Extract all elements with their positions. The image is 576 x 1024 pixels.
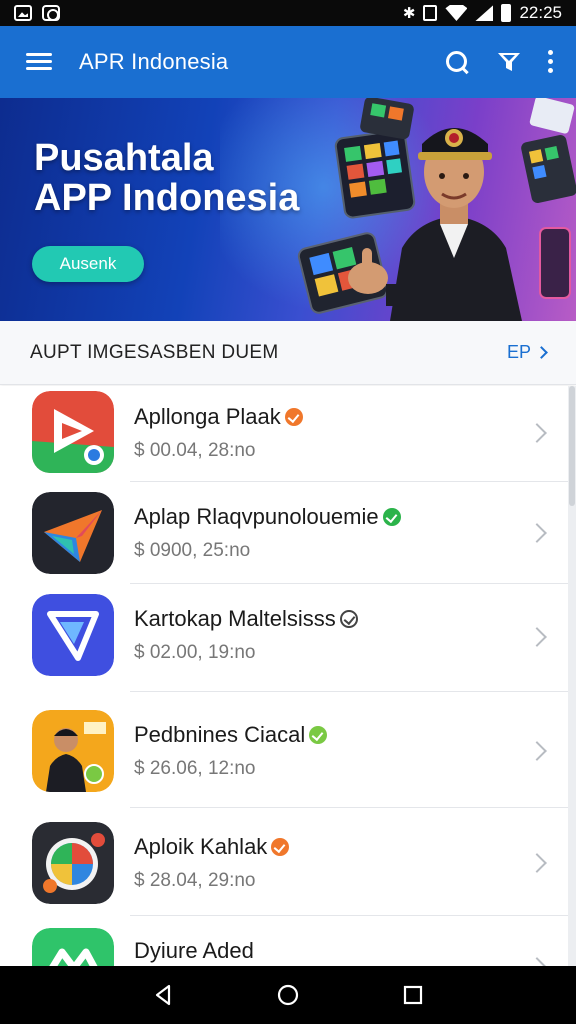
chevron-right-icon	[535, 346, 548, 359]
verified-badge-icon	[271, 838, 290, 856]
app-list-item[interactable]: Aploik Kahlak $ 28.04, 29:no	[0, 808, 576, 916]
section-header: AUPT IMGESASBEN DUEM EP	[0, 321, 576, 385]
app-name: Kartokap Maltelsisss	[134, 606, 358, 632]
app-name: Dyiure Aded	[134, 938, 254, 963]
image-icon	[14, 5, 32, 21]
status-time: 22:25	[519, 3, 562, 22]
home-icon[interactable]	[276, 983, 300, 1007]
lens-icon	[32, 822, 114, 904]
banner-title: Pusahtala APP Indonesia	[34, 138, 299, 218]
play-icon	[32, 391, 114, 473]
recents-icon[interactable]	[401, 983, 425, 1007]
vibrate-icon	[423, 5, 438, 21]
verified-badge-icon	[309, 726, 328, 744]
app-list: Apllonga Plaak $ 00.04, 28:no Aplap Rlaq…	[0, 386, 576, 966]
app-title: APR Indonesia	[79, 49, 229, 74]
back-icon[interactable]	[151, 983, 175, 1007]
app-name: Pedbnines Ciacal	[134, 722, 328, 748]
menu-icon[interactable]	[26, 52, 52, 72]
chevron-right-icon	[527, 741, 547, 761]
banner-illustration	[297, 98, 576, 321]
app-name: Aplap Rlaqvpunolouemie	[134, 504, 401, 530]
app-list-item[interactable]: Pedbnines Ciacal $ 26.06, 12:no	[0, 692, 576, 808]
app-meta: $ 0900, 25:no	[134, 540, 251, 561]
tablet-graphic	[334, 129, 416, 219]
chevron-right-icon	[527, 523, 547, 543]
system-nav-bar	[0, 966, 576, 1024]
app-meta: $ 02.00, 19:no	[134, 642, 256, 663]
section-title: AUPT IMGESASBEN DUEM	[30, 341, 279, 363]
chevron-right-icon	[527, 627, 547, 647]
banner-button[interactable]: Ausenk	[32, 246, 144, 282]
chevron-right-icon	[527, 957, 547, 966]
banner-title-line1: Pusahtala	[34, 137, 214, 179]
chevron-right-icon	[527, 853, 547, 873]
app-bar: APR Indonesia	[0, 26, 576, 98]
bookmark-icon	[32, 594, 114, 676]
app-list-item[interactable]: Kartokap Maltelsisss $ 02.00, 19:no	[0, 584, 576, 692]
scroll-thumb[interactable]	[569, 386, 575, 506]
scrollbar[interactable]	[568, 386, 576, 966]
search-icon[interactable]	[444, 49, 470, 75]
app-list-item[interactable]: Dyiure Aded	[0, 916, 576, 966]
chevron-right-icon	[527, 423, 547, 443]
promo-banner[interactable]: Pusahtala APP Indonesia Ausenk	[0, 98, 576, 321]
status-bar: ✱ 22:25	[0, 0, 576, 26]
app-name: Aploik Kahlak	[134, 834, 290, 860]
star-icon	[32, 492, 114, 574]
verified-badge-icon	[339, 610, 358, 628]
verified-badge-icon	[284, 408, 303, 426]
bluetooth-icon: ✱	[402, 5, 416, 22]
app-screen: ✱ 22:25 APR Indonesia Pusahtala APP Indo…	[0, 0, 576, 1024]
battery-icon	[501, 4, 512, 22]
app-list-item[interactable]: Apllonga Plaak $ 00.04, 28:no	[0, 386, 576, 482]
app-list-item[interactable]: Aplap Rlaqvpunolouemie $ 0900, 25:no	[0, 482, 576, 584]
signal-icon	[475, 5, 494, 21]
see-all-label: EP	[506, 342, 531, 362]
banner-title-line2: APP Indonesia	[34, 177, 300, 219]
app-meta: $ 00.04, 28:no	[134, 440, 256, 461]
more-icon[interactable]	[548, 50, 554, 74]
wifi-icon	[445, 5, 468, 21]
app-meta: $ 26.06, 12:no	[134, 758, 256, 779]
verified-badge-icon	[382, 508, 401, 526]
see-all-link[interactable]: EP	[506, 342, 548, 363]
camera-icon	[42, 5, 60, 21]
presenter-icon	[32, 710, 114, 792]
app-meta: $ 28.04, 29:no	[134, 870, 256, 891]
filter-icon[interactable]	[496, 49, 522, 75]
m-icon	[32, 928, 114, 966]
app-name: Apllonga Plaak	[134, 404, 303, 430]
